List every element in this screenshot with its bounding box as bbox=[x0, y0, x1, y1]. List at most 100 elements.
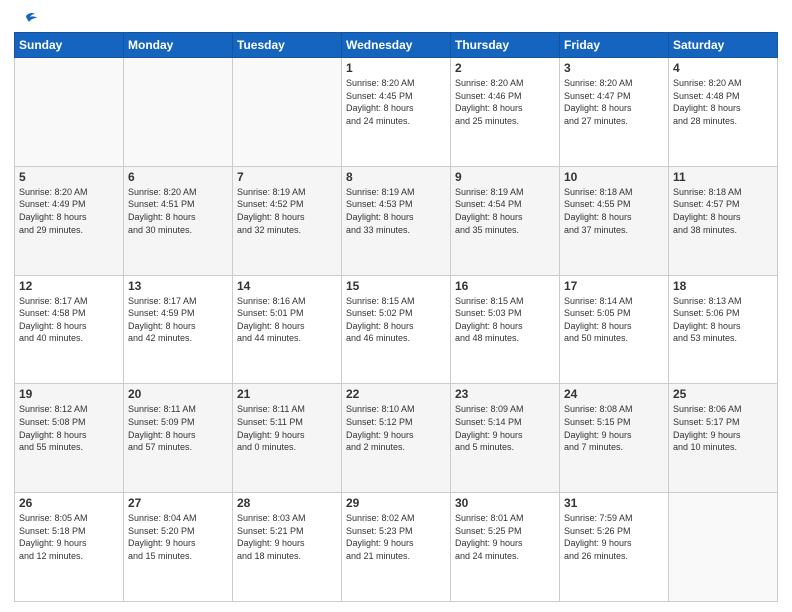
day-info: Sunrise: 8:03 AM Sunset: 5:21 PM Dayligh… bbox=[237, 512, 337, 562]
day-number: 26 bbox=[19, 496, 119, 510]
day-info: Sunrise: 8:17 AM Sunset: 4:59 PM Dayligh… bbox=[128, 295, 228, 345]
day-info: Sunrise: 8:09 AM Sunset: 5:14 PM Dayligh… bbox=[455, 403, 555, 453]
day-number: 7 bbox=[237, 170, 337, 184]
day-number: 15 bbox=[346, 279, 446, 293]
calendar-cell: 10 Sunrise: 8:18 AM Sunset: 4:55 PM Dayli… bbox=[560, 166, 669, 275]
day-number: 31 bbox=[564, 496, 664, 510]
header-monday: Monday bbox=[124, 33, 233, 58]
day-number: 6 bbox=[128, 170, 228, 184]
calendar-cell: 19Sunrise: 8:12 AM Sunset: 5:08 PM Dayli… bbox=[15, 384, 124, 493]
header-wednesday: Wednesday bbox=[342, 33, 451, 58]
day-info: Sunrise: 8:17 AM Sunset: 4:58 PM Dayligh… bbox=[19, 295, 119, 345]
calendar-cell: 27 Sunrise: 8:04 AM Sunset: 5:20 PM Dayli… bbox=[124, 493, 233, 602]
day-number: 8 bbox=[346, 170, 446, 184]
calendar-cell bbox=[669, 493, 778, 602]
calendar-week-1: 1 Sunrise: 8:20 AM Sunset: 4:45 PM Daylig… bbox=[15, 58, 778, 167]
day-number: 28 bbox=[237, 496, 337, 510]
day-info: Sunrise: 8:01 AM Sunset: 5:25 PM Dayligh… bbox=[455, 512, 555, 562]
calendar-cell: 6 Sunrise: 8:20 AM Sunset: 4:51 PM Daylig… bbox=[124, 166, 233, 275]
day-number: 5 bbox=[19, 170, 119, 184]
day-info: Sunrise: 8:18 AM Sunset: 4:55 PM Dayligh… bbox=[564, 186, 664, 236]
day-number: 29 bbox=[346, 496, 446, 510]
day-info: Sunrise: 8:14 AM Sunset: 5:05 PM Dayligh… bbox=[564, 295, 664, 345]
day-number: 23 bbox=[455, 387, 555, 401]
header-sunday: Sunday bbox=[15, 33, 124, 58]
day-number: 14 bbox=[237, 279, 337, 293]
calendar-cell: 16Sunrise: 8:15 AM Sunset: 5:03 PM Dayli… bbox=[451, 275, 560, 384]
header-thursday: Thursday bbox=[451, 33, 560, 58]
calendar-cell: 22 Sunrise: 8:10 AM Sunset: 5:12 PM Dayli… bbox=[342, 384, 451, 493]
day-number: 21 bbox=[237, 387, 337, 401]
day-number: 2 bbox=[455, 61, 555, 75]
calendar-cell: 9Sunrise: 8:19 AM Sunset: 4:54 PM Daylig… bbox=[451, 166, 560, 275]
day-info: Sunrise: 8:08 AM Sunset: 5:15 PM Dayligh… bbox=[564, 403, 664, 453]
day-info: Sunrise: 8:11 AM Sunset: 5:09 PM Dayligh… bbox=[128, 403, 228, 453]
day-number: 11 bbox=[673, 170, 773, 184]
header-tuesday: Tuesday bbox=[233, 33, 342, 58]
logo bbox=[14, 14, 37, 26]
calendar-cell: 23 Sunrise: 8:09 AM Sunset: 5:14 PM Dayli… bbox=[451, 384, 560, 493]
day-info: Sunrise: 8:20 AM Sunset: 4:45 PM Dayligh… bbox=[346, 77, 446, 127]
day-info: Sunrise: 8:10 AM Sunset: 5:12 PM Dayligh… bbox=[346, 403, 446, 453]
calendar-cell: 5 Sunrise: 8:20 AM Sunset: 4:49 PM Daylig… bbox=[15, 166, 124, 275]
day-info: Sunrise: 8:05 AM Sunset: 5:18 PM Dayligh… bbox=[19, 512, 119, 562]
day-info: Sunrise: 8:06 AM Sunset: 5:17 PM Dayligh… bbox=[673, 403, 773, 453]
day-number: 17 bbox=[564, 279, 664, 293]
calendar-cell bbox=[233, 58, 342, 167]
calendar-cell: 20Sunrise: 8:11 AM Sunset: 5:09 PM Dayli… bbox=[124, 384, 233, 493]
header-friday: Friday bbox=[560, 33, 669, 58]
day-info: Sunrise: 8:15 AM Sunset: 5:02 PM Dayligh… bbox=[346, 295, 446, 345]
day-info: Sunrise: 8:19 AM Sunset: 4:52 PM Dayligh… bbox=[237, 186, 337, 236]
day-number: 12 bbox=[19, 279, 119, 293]
day-number: 1 bbox=[346, 61, 446, 75]
header-saturday: Saturday bbox=[669, 33, 778, 58]
day-number: 9 bbox=[455, 170, 555, 184]
day-info: Sunrise: 8:20 AM Sunset: 4:49 PM Dayligh… bbox=[19, 186, 119, 236]
day-info: Sunrise: 8:20 AM Sunset: 4:47 PM Dayligh… bbox=[564, 77, 664, 127]
day-number: 10 bbox=[564, 170, 664, 184]
calendar-week-2: 5 Sunrise: 8:20 AM Sunset: 4:49 PM Daylig… bbox=[15, 166, 778, 275]
day-info: Sunrise: 8:13 AM Sunset: 5:06 PM Dayligh… bbox=[673, 295, 773, 345]
calendar-cell: 8Sunrise: 8:19 AM Sunset: 4:53 PM Daylig… bbox=[342, 166, 451, 275]
day-number: 24 bbox=[564, 387, 664, 401]
calendar-cell: 28 Sunrise: 8:03 AM Sunset: 5:21 PM Dayli… bbox=[233, 493, 342, 602]
day-info: Sunrise: 8:02 AM Sunset: 5:23 PM Dayligh… bbox=[346, 512, 446, 562]
calendar-cell: 3Sunrise: 8:20 AM Sunset: 4:47 PM Daylig… bbox=[560, 58, 669, 167]
calendar-cell: 13 Sunrise: 8:17 AM Sunset: 4:59 PM Dayli… bbox=[124, 275, 233, 384]
calendar-cell: 31 Sunrise: 7:59 AM Sunset: 5:26 PM Dayli… bbox=[560, 493, 669, 602]
day-number: 22 bbox=[346, 387, 446, 401]
day-info: Sunrise: 7:59 AM Sunset: 5:26 PM Dayligh… bbox=[564, 512, 664, 562]
calendar-table: Sunday Monday Tuesday Wednesday Thursday… bbox=[14, 32, 778, 602]
day-number: 16 bbox=[455, 279, 555, 293]
day-number: 18 bbox=[673, 279, 773, 293]
day-number: 25 bbox=[673, 387, 773, 401]
calendar-week-5: 26 Sunrise: 8:05 AM Sunset: 5:18 PM Dayli… bbox=[15, 493, 778, 602]
logo-bird-icon bbox=[15, 12, 37, 30]
calendar-cell: 18 Sunrise: 8:13 AM Sunset: 5:06 PM Dayli… bbox=[669, 275, 778, 384]
day-info: Sunrise: 8:16 AM Sunset: 5:01 PM Dayligh… bbox=[237, 295, 337, 345]
calendar-cell: 1 Sunrise: 8:20 AM Sunset: 4:45 PM Daylig… bbox=[342, 58, 451, 167]
day-info: Sunrise: 8:04 AM Sunset: 5:20 PM Dayligh… bbox=[128, 512, 228, 562]
day-number: 30 bbox=[455, 496, 555, 510]
day-number: 4 bbox=[673, 61, 773, 75]
calendar-cell: 11 Sunrise: 8:18 AM Sunset: 4:57 PM Dayli… bbox=[669, 166, 778, 275]
calendar-week-3: 12 Sunrise: 8:17 AM Sunset: 4:58 PM Dayli… bbox=[15, 275, 778, 384]
day-info: Sunrise: 8:11 AM Sunset: 5:11 PM Dayligh… bbox=[237, 403, 337, 453]
day-info: Sunrise: 8:18 AM Sunset: 4:57 PM Dayligh… bbox=[673, 186, 773, 236]
day-number: 27 bbox=[128, 496, 228, 510]
calendar-cell bbox=[15, 58, 124, 167]
calendar-cell: 7 Sunrise: 8:19 AM Sunset: 4:52 PM Daylig… bbox=[233, 166, 342, 275]
day-info: Sunrise: 8:20 AM Sunset: 4:46 PM Dayligh… bbox=[455, 77, 555, 127]
calendar-cell: 21 Sunrise: 8:11 AM Sunset: 5:11 PM Dayli… bbox=[233, 384, 342, 493]
page: Sunday Monday Tuesday Wednesday Thursday… bbox=[0, 0, 792, 612]
day-info: Sunrise: 8:20 AM Sunset: 4:51 PM Dayligh… bbox=[128, 186, 228, 236]
day-number: 13 bbox=[128, 279, 228, 293]
calendar-cell: 17 Sunrise: 8:14 AM Sunset: 5:05 PM Dayli… bbox=[560, 275, 669, 384]
weekday-header-row: Sunday Monday Tuesday Wednesday Thursday… bbox=[15, 33, 778, 58]
calendar-cell: 26 Sunrise: 8:05 AM Sunset: 5:18 PM Dayli… bbox=[15, 493, 124, 602]
calendar-cell: 2 Sunrise: 8:20 AM Sunset: 4:46 PM Daylig… bbox=[451, 58, 560, 167]
day-info: Sunrise: 8:12 AM Sunset: 5:08 PM Dayligh… bbox=[19, 403, 119, 453]
day-info: Sunrise: 8:20 AM Sunset: 4:48 PM Dayligh… bbox=[673, 77, 773, 127]
calendar-cell: 29 Sunrise: 8:02 AM Sunset: 5:23 PM Dayli… bbox=[342, 493, 451, 602]
calendar-cell: 30 Sunrise: 8:01 AM Sunset: 5:25 PM Dayli… bbox=[451, 493, 560, 602]
